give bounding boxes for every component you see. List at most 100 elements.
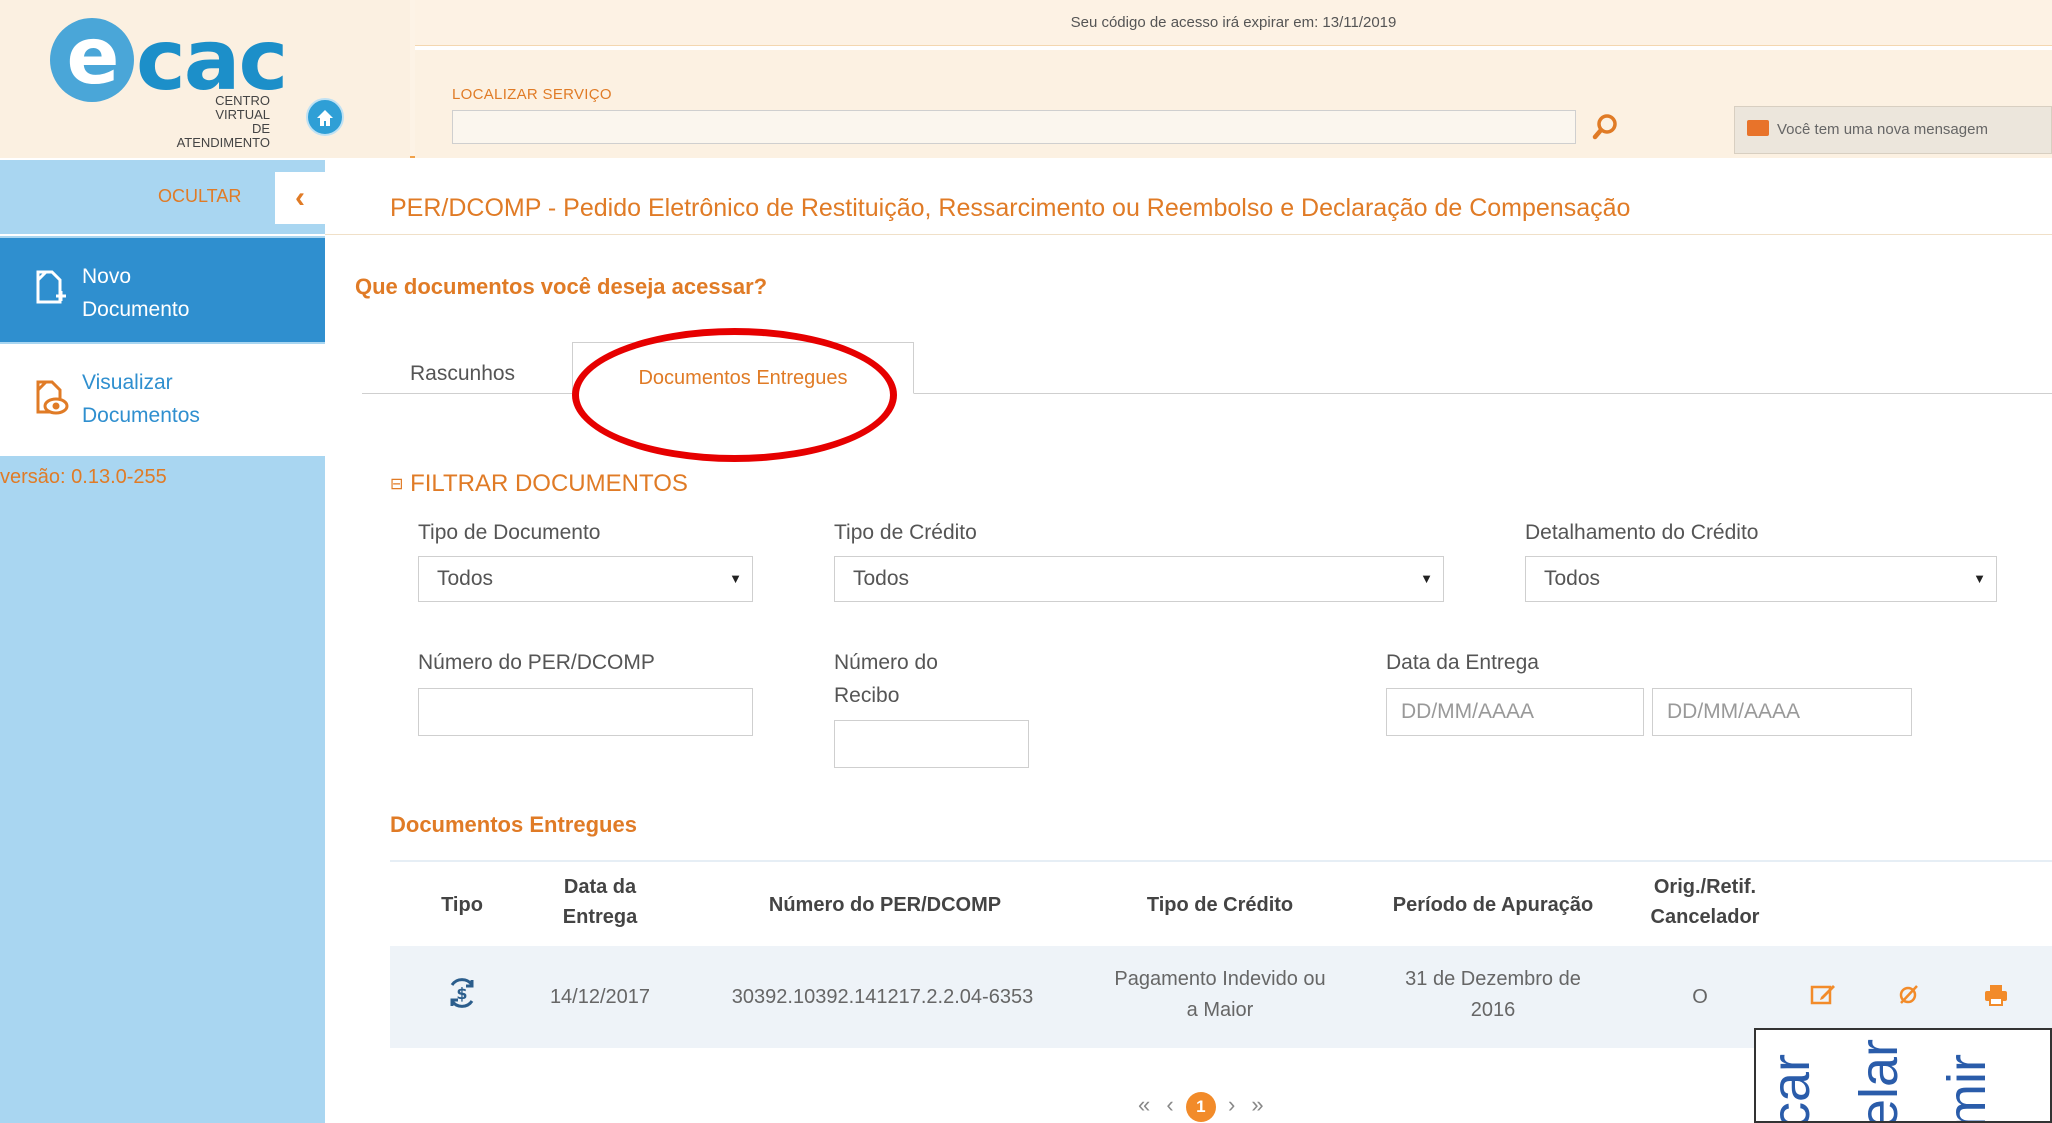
cell-periodo: 31 de Dezembro de 2016 — [1365, 964, 1621, 1026]
tipo-credito-select[interactable]: Todos ▼ — [834, 556, 1444, 602]
sidebar-item-novo-documento[interactable]: Novo Documento — [0, 238, 325, 342]
version-label: versão: 0.13.0-255 — [0, 466, 167, 488]
sidebar-item-label: Novo Documento — [82, 260, 189, 326]
dropdown-arrow-icon: ▼ — [1973, 571, 1986, 586]
refund-dollar-icon: $ — [420, 975, 504, 1021]
sidebar-item-visualizar-documentos[interactable]: Visualizar Documentos — [0, 344, 325, 456]
column-header-tipo-credito: Tipo de Crédito — [1146, 894, 1294, 916]
detalhamento-credito-value: Todos — [1544, 567, 1601, 590]
detalhamento-credito-select[interactable]: Todos ▼ — [1525, 556, 1997, 602]
svg-text:$: $ — [456, 984, 467, 1003]
pagination-last[interactable]: » — [1251, 1092, 1263, 1117]
cell-tipo-credito: Pagamento Indevido ou a Maior — [1085, 964, 1355, 1026]
collapse-icon: ⊟ — [390, 476, 404, 493]
filter-section-toggle[interactable]: ⊟ FILTRAR DOCUMENTOS — [390, 470, 688, 498]
logo-e-letter: e — [50, 18, 134, 102]
sidebar-item-label: Visualizar Documentos — [82, 366, 200, 432]
magnifier-icon — [1592, 114, 1617, 140]
pagination: « ‹ 1 › » — [1138, 1092, 1264, 1122]
print-icon[interactable] — [1978, 982, 2014, 1018]
logo-subtitle-line2: DE ATENDIMENTO — [176, 121, 270, 150]
pagination-prev[interactable]: ‹ — [1166, 1092, 1173, 1117]
cancel-icon-svg — [1899, 985, 1918, 1004]
detalhamento-credito-label: Detalhamento do Crédito — [1525, 521, 1759, 544]
column-header-tipo: Tipo — [441, 894, 483, 916]
search-input[interactable] — [452, 110, 1576, 144]
tab-rascunhos[interactable]: Rascunhos — [410, 362, 515, 386]
numero-recibo-label-line2: Recibo — [834, 684, 900, 707]
home-icon — [317, 110, 333, 126]
pagination-current-page[interactable]: 1 — [1185, 1092, 1216, 1122]
cell-data-entrega: 14/12/2017 — [549, 986, 651, 1008]
numero-recibo-input[interactable] — [834, 720, 1029, 768]
tipo-documento-value: Todos — [437, 567, 494, 590]
column-header-orig-retif: Orig./Retif. Cancelador — [1620, 872, 1790, 932]
tipo-documento-label: Tipo de Documento — [418, 521, 601, 544]
numero-perdcomp-label: Número do PER/DCOMP — [418, 651, 655, 674]
legend-word-1: car — [1761, 1053, 1821, 1123]
cell-periodo-line1: 31 de Dezembro de — [1405, 968, 1581, 990]
dropdown-arrow-icon: ▼ — [1420, 571, 1433, 586]
page-title: PER/DCOMP - Pedido Eletrônico de Restitu… — [390, 194, 1631, 222]
cell-periodo-line2: 2016 — [1470, 999, 1516, 1021]
column-header-data-line2: Entrega — [562, 906, 638, 928]
column-header-orig-line1: Orig./Retif. — [1653, 876, 1757, 898]
legend-word-3: mir — [1937, 1054, 1997, 1123]
cell-numero-perdcomp: 30392.10392.141217.2.2.04-6353 — [731, 986, 1034, 1008]
column-header-numero: Número do PER/DCOMP — [768, 894, 1002, 916]
new-document-icon — [36, 270, 66, 304]
cancel-icon[interactable] — [1890, 982, 1926, 1016]
results-title: Documentos Entregues — [390, 812, 637, 837]
data-fim-placeholder: DD/MM/AAAA — [1667, 700, 1801, 723]
pagination-first[interactable]: « — [1138, 1092, 1150, 1117]
legend-word-2: elar — [1849, 1038, 1909, 1123]
hide-sidebar-toggle[interactable]: ‹ — [275, 172, 325, 224]
column-header-periodo: Período de Apuração — [1392, 894, 1594, 916]
cell-tipo-credito-line2: a Maior — [1186, 999, 1254, 1021]
logo-subtitle-line1: CENTRO VIRTUAL — [215, 93, 270, 122]
refund-dollar-icon-svg: $ — [450, 978, 474, 1008]
nav-new-line2: Documento — [82, 298, 190, 321]
data-entrega-inicio-input[interactable]: DD/MM/AAAA — [1386, 688, 1644, 736]
dropdown-arrow-icon: ▼ — [729, 571, 742, 586]
data-entrega-label: Data da Entrega — [1386, 651, 1539, 674]
numero-perdcomp-input[interactable] — [418, 688, 753, 736]
question-heading: Que documentos você deseja acessar? — [355, 274, 768, 299]
search-label: LOCALIZAR SERVIÇO — [452, 86, 612, 103]
results-divider — [390, 860, 2052, 862]
logo-area: e cac CENTRO VIRTUAL DE ATENDIMENTO — [0, 0, 410, 158]
new-message-button[interactable]: Você tem uma nova mensagem — [1734, 106, 2052, 154]
title-divider — [325, 234, 2052, 235]
filter-title: FILTRAR DOCUMENTOS — [410, 470, 688, 497]
data-inicio-placeholder: DD/MM/AAAA — [1401, 700, 1535, 723]
mail-icon — [1747, 120, 1769, 137]
expire-notice: Seu código de acesso irá expirar em: 13/… — [415, 0, 2052, 46]
nav-new-line1: Novo — [82, 265, 132, 288]
column-header-orig-line2: Cancelador — [1650, 906, 1760, 928]
tipo-documento-select[interactable]: Todos ▼ — [418, 556, 753, 602]
edit-icon[interactable] — [1805, 982, 1841, 1018]
red-highlight-circle — [572, 328, 897, 462]
tipo-credito-label: Tipo de Crédito — [834, 521, 977, 544]
hide-sidebar-label[interactable]: OCULTAR — [158, 186, 241, 207]
nav-view-line1: Visualizar — [82, 371, 173, 394]
pagination-next[interactable]: › — [1228, 1092, 1235, 1117]
numero-recibo-label-line1: Número do — [834, 651, 938, 674]
cell-tipo-credito-line1: Pagamento Indevido ou — [1114, 968, 1326, 990]
chevron-left-icon: ‹ — [295, 181, 305, 214]
new-message-label: Você tem uma nova mensagem — [1777, 121, 1988, 138]
nav-view-line2: Documentos — [82, 404, 200, 427]
numero-recibo-label: Número do Recibo — [834, 646, 938, 712]
column-header-data-entrega: Data da Entrega — [530, 872, 670, 932]
home-button[interactable] — [306, 98, 344, 136]
cell-orig-retif: O — [1692, 986, 1708, 1008]
tipo-credito-value: Todos — [853, 567, 910, 590]
logo-subtitle: CENTRO VIRTUAL DE ATENDIMENTO — [160, 94, 270, 150]
view-documents-icon — [36, 380, 69, 415]
print-icon-svg — [1985, 985, 2007, 1006]
action-legend-box: car elar mir — [1754, 1028, 2052, 1123]
search-icon[interactable] — [1590, 110, 1620, 144]
data-entrega-fim-input[interactable]: DD/MM/AAAA — [1652, 688, 1912, 736]
edit-icon-svg — [1810, 985, 1835, 1005]
column-header-data-line1: Data da — [563, 876, 637, 898]
